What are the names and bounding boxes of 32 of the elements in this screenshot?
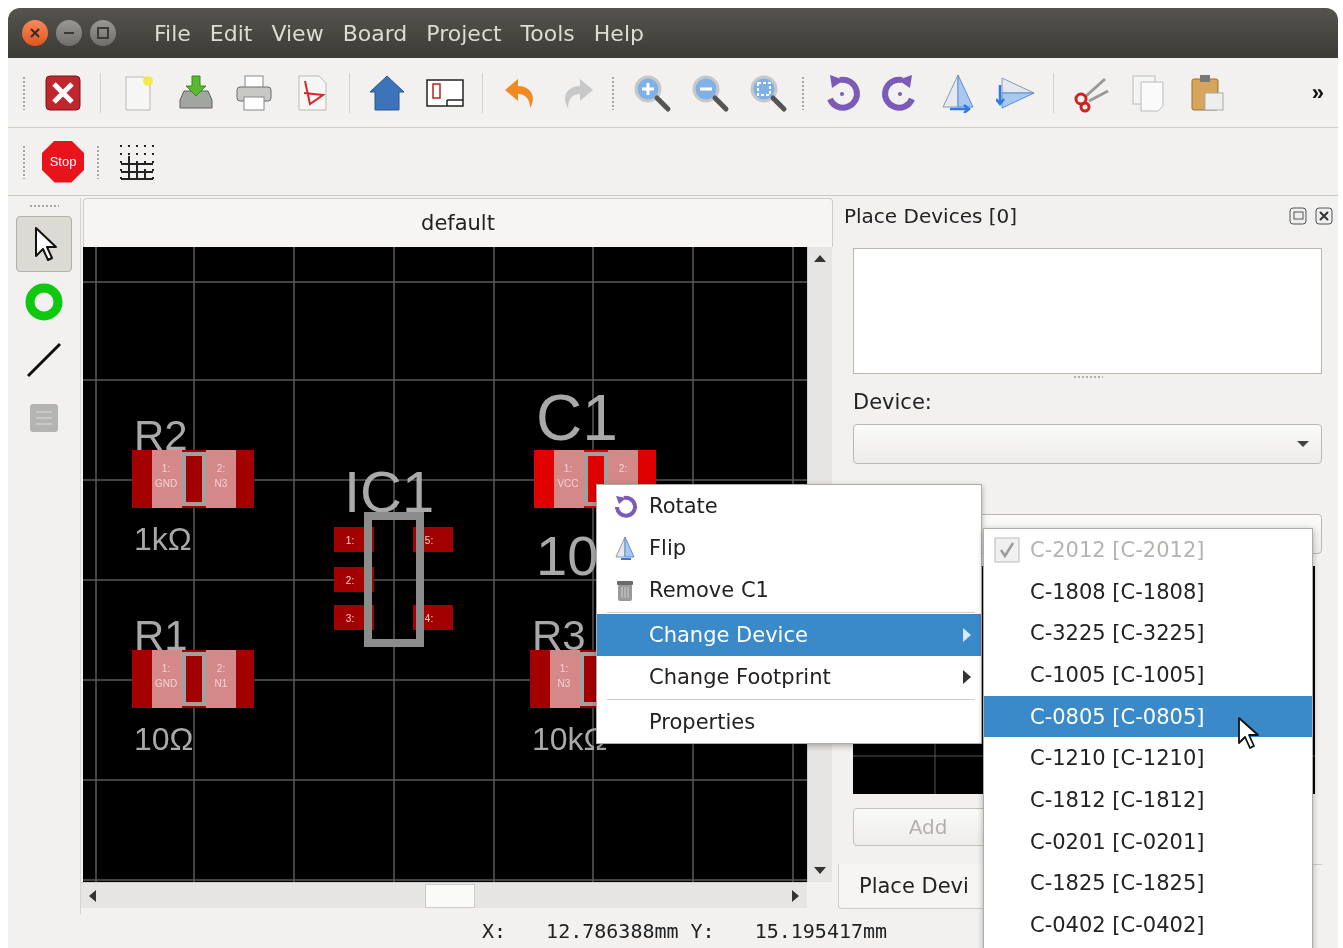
pad-number: 4: (424, 613, 434, 624)
pad-net-label: VCC (557, 478, 579, 489)
pad-number: 1: (161, 663, 171, 674)
coordinate-value: 15.195417mm (754, 919, 888, 943)
pad-number: 1: (161, 463, 171, 474)
coordinate-label: X: (482, 919, 507, 943)
component-value: 1kΩ (134, 521, 192, 557)
pad-number: 2: (345, 575, 355, 586)
pad-number: 2: (216, 463, 226, 474)
coordinate-label: Y: (690, 919, 715, 943)
pad-net-label: N3 (557, 678, 571, 689)
component-designator: C1 (536, 382, 618, 454)
pad-net-label: GND (154, 478, 178, 489)
pad-number: 1: (563, 463, 573, 474)
pad-number: 2: (216, 663, 226, 674)
component-value: 10Ω (134, 721, 194, 757)
pad-net-label: N3 (214, 478, 228, 489)
component-designator: R2 (134, 412, 188, 459)
component-value: 10 (536, 524, 599, 587)
component-designator: IC1 (344, 459, 435, 524)
pad-net-label: N1 (214, 678, 228, 689)
pad-number: 5: (424, 535, 434, 546)
pad-number: 1: (345, 535, 355, 546)
coordinate-value: 12.786388mm (546, 919, 679, 943)
panel-title: Place Devices [0] (844, 204, 1018, 228)
pad-net-label: GND (154, 678, 178, 689)
pad-number: 1: (559, 663, 569, 674)
field-label: Device: (853, 390, 933, 414)
pad-number: 2: (618, 463, 628, 474)
pad-number: 3: (345, 613, 355, 624)
component-designator: R1 (134, 612, 188, 659)
component-designator: R3 (532, 612, 586, 659)
